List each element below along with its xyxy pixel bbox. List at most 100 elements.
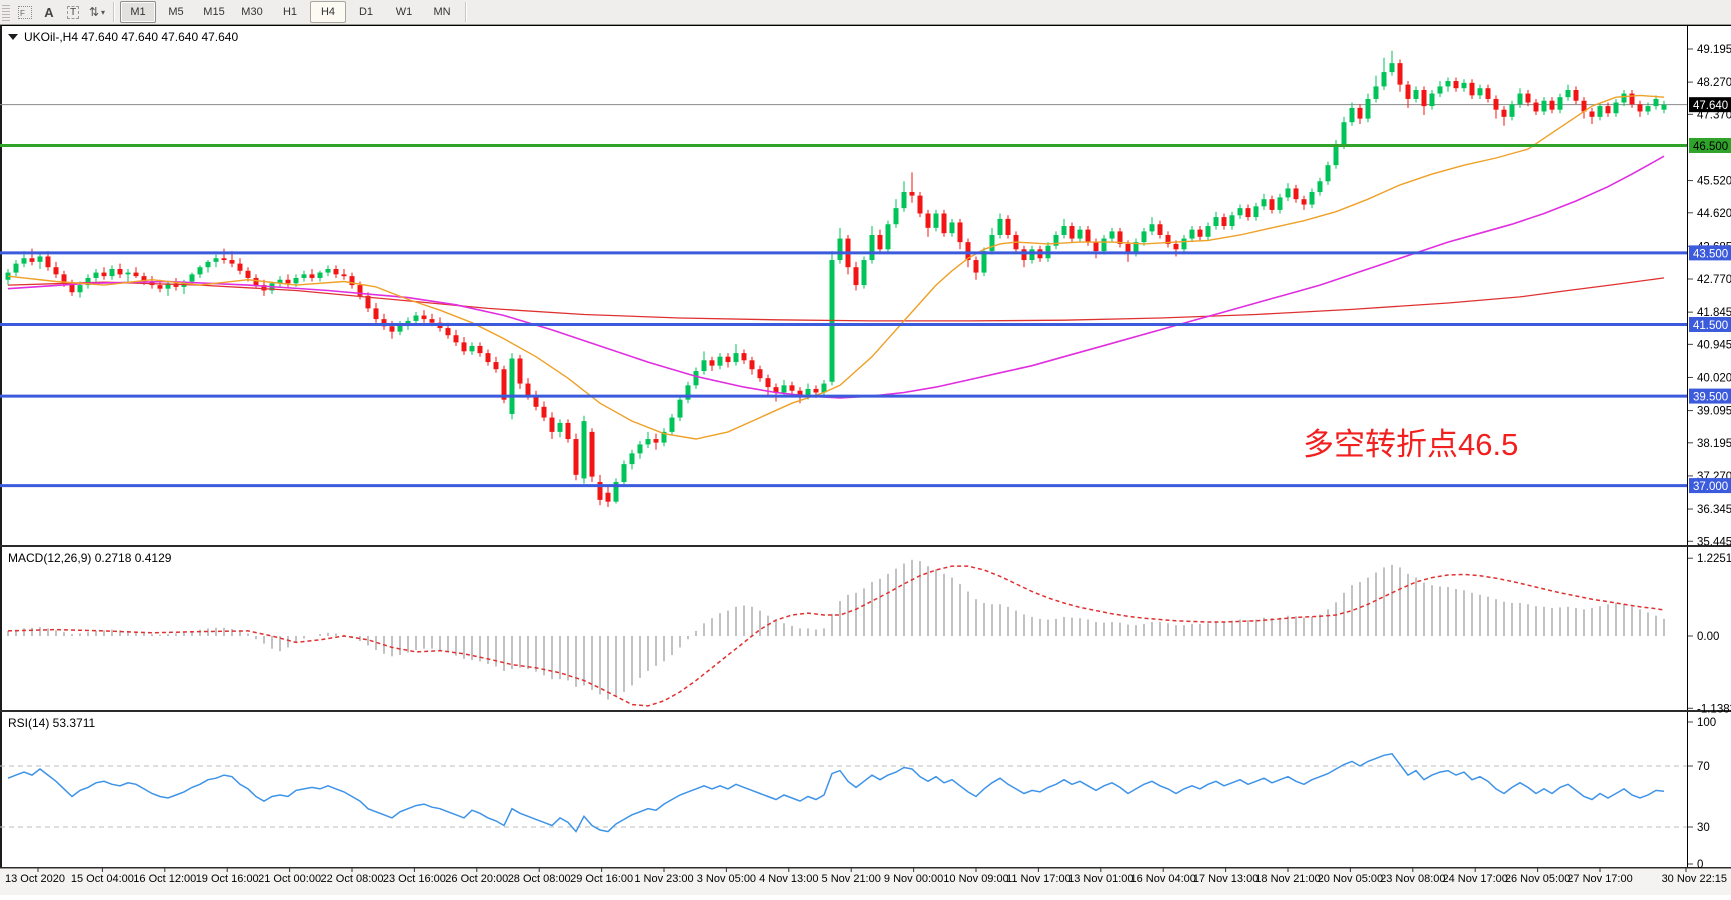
candle-body [1590,111,1595,116]
candle-body [1294,188,1299,199]
tf-button-h4[interactable]: H4 [310,1,346,23]
candle-body [622,464,627,482]
candle-body [926,214,931,228]
candle-body [1390,63,1395,72]
candle-body [1094,242,1099,251]
candle-body [1206,226,1211,237]
candle-body [718,357,723,366]
candle-body [934,214,939,228]
candle-body [190,274,195,281]
macd-tick-label: 0.00 [1697,631,1719,643]
candle-body [454,335,459,342]
candle-body [758,369,763,378]
rsi-tick-label: 100 [1697,717,1716,729]
arrows-icon[interactable]: ⇅▾ [86,3,108,22]
candle-body [1414,90,1419,99]
candle-body [670,418,675,432]
candle-body [582,421,587,478]
candle-body [1246,208,1251,217]
candle-body [918,196,923,214]
candle-body [654,439,659,443]
tf-button-h1[interactable]: H1 [272,1,308,23]
letter-a-icon[interactable]: A [38,3,60,22]
candle-body [646,439,651,444]
chart-title: UKOil-,H4 47.640 47.640 47.640 47.640 [24,30,238,44]
tf-button-mn[interactable]: MN [424,1,460,23]
candle-body [1614,103,1619,114]
candle-body [1086,230,1091,243]
candle-body [430,319,435,323]
rsi-tick-label: 70 [1697,761,1710,773]
candle-body [54,267,59,274]
tf-button-m1[interactable]: M1 [120,1,156,23]
price-tick-label: 39.095 [1697,406,1731,418]
time-tick-label: 16 Nov 04:00 [1130,873,1195,885]
candle-body [1102,239,1107,252]
tf-button-m30[interactable]: M30 [234,1,270,23]
candle-body [1486,88,1491,99]
tf-button-m5[interactable]: M5 [158,1,194,23]
candle-body [1022,249,1027,260]
candle-body [1382,72,1387,86]
text-t-icon[interactable]: T [62,3,84,22]
candle-body [470,346,475,351]
candle-body [1606,106,1611,113]
candle-body [94,273,99,278]
rsi-label: RSI(14) 53.3711 [8,716,95,730]
candle-body [526,384,531,397]
candle-body [30,258,35,262]
candle-body [1430,94,1435,107]
time-tick-label: 4 Nov 13:00 [759,873,818,885]
tf-button-d1[interactable]: D1 [348,1,384,23]
chart-annotation-text: 多空转折点46.5 [1303,419,1518,464]
candle-body [446,328,451,335]
chart-header: UKOil-,H4 47.640 47.640 47.640 47.640 [8,30,238,44]
candle-body [110,269,115,276]
candle-body [1254,206,1259,217]
dropdown-caret-icon[interactable]: ▾ [101,8,105,17]
candle-body [1238,208,1243,215]
candle-body [1150,224,1155,231]
candle-body [1142,231,1147,242]
price-tick-label: 40.945 [1697,339,1731,351]
price-tick-label: 35.445 [1697,536,1731,548]
time-tick-label: 19 Oct 16:00 [196,873,259,885]
candle-body [630,453,635,464]
time-tick-label: 24 Nov 17:00 [1442,873,1507,885]
grid-f-icon[interactable]: F [14,3,36,22]
time-tick-label: 26 Nov 05:00 [1505,873,1570,885]
candle-body [1558,97,1563,110]
candle-body [1262,199,1267,206]
tf-button-w1[interactable]: W1 [386,1,422,23]
candle-body [1342,122,1347,145]
candle-body [414,316,419,321]
candle-body [1110,231,1115,238]
candle-body [742,353,747,360]
candle-body [286,280,291,284]
candle-body [998,219,1003,235]
candle-body [974,260,979,273]
timeframe-button-group: M1M5M15M30H1H4D1W1MN [119,1,461,23]
candle-body [1454,81,1459,88]
candle-body [638,444,643,453]
candle-body [1270,199,1275,210]
candle-body [486,353,491,362]
tf-button-m15[interactable]: M15 [196,1,232,23]
candle-body [710,360,715,365]
current-price-label: 47.640 [1693,100,1728,112]
candle-body [510,358,515,413]
level-badge-label: 41.500 [1693,320,1728,332]
rsi-tick-label: 30 [1697,822,1710,834]
candle-body [294,278,299,283]
candle-body [590,432,595,477]
candle-body [1494,99,1499,110]
candle-body [222,258,227,260]
candle-body [1502,110,1507,117]
toolbar-separator [465,2,467,22]
time-tick-label: 5 Nov 21:00 [822,873,881,885]
candle-body [246,271,251,278]
toolbar-drag-handle[interactable] [2,3,10,21]
candle-body [558,423,563,432]
candle-body [862,260,867,285]
time-axis[interactable]: 13 Oct 202015 Oct 04:0016 Oct 12:0019 Oc… [0,868,1731,895]
